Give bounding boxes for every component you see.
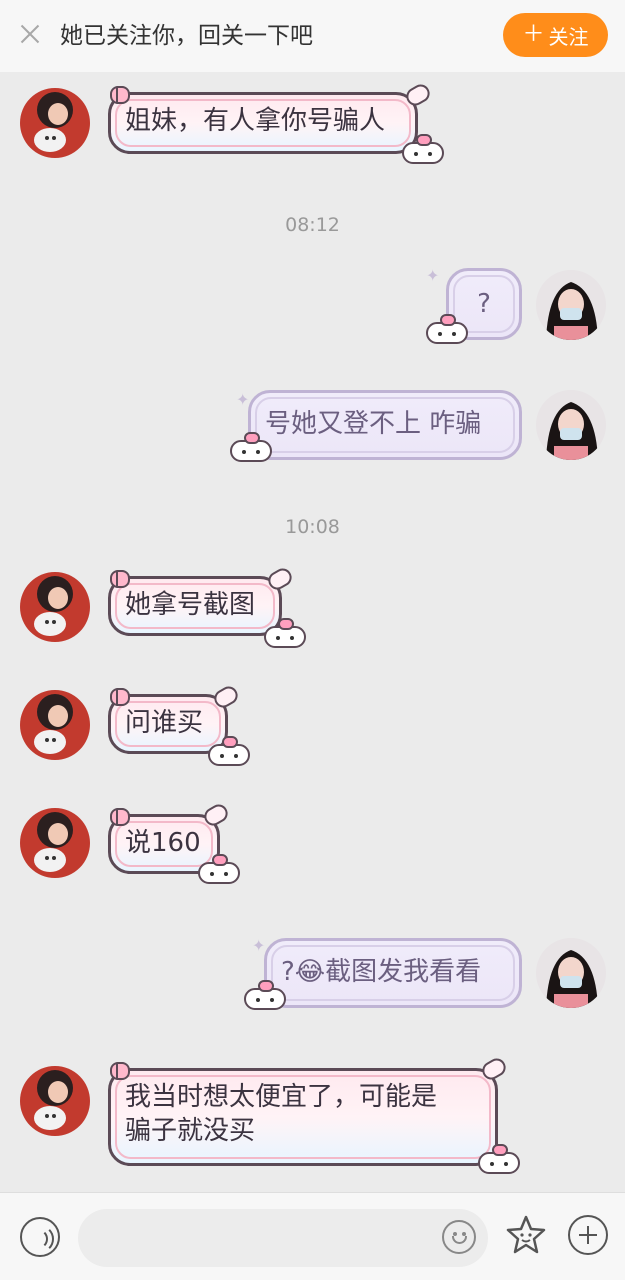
message-text-line: 我当时想太便宜了，可能是 bbox=[125, 1082, 438, 1112]
follow-back-message: 她已关注你，回关一下吧 bbox=[60, 23, 313, 49]
kitty-sticker-icon bbox=[264, 618, 306, 648]
kitty-sticker-icon bbox=[402, 134, 444, 164]
plus-icon: ＋ bbox=[522, 22, 545, 47]
bow-sticker-icon bbox=[110, 570, 130, 588]
kitty-sticker-icon bbox=[426, 314, 468, 344]
timestamp: 08:12 bbox=[285, 214, 340, 236]
message-input[interactable] bbox=[78, 1209, 488, 1267]
message-text: ?😂截图发我看看 bbox=[281, 957, 482, 987]
message-bubble[interactable]: 号她又登不上 咋骗 bbox=[248, 390, 522, 460]
sparkle-icon: ✦ bbox=[426, 266, 440, 285]
message-text: 问谁买 bbox=[125, 708, 204, 738]
bow-sticker-icon bbox=[110, 86, 130, 104]
close-icon[interactable] bbox=[18, 22, 42, 46]
follow-button[interactable]: ＋ 关注 bbox=[503, 13, 608, 57]
message-bubble[interactable]: 我当时想太便宜了，可能是 骗子就没买 bbox=[108, 1068, 498, 1166]
my-avatar[interactable] bbox=[536, 938, 606, 1008]
contact-avatar[interactable] bbox=[20, 88, 90, 158]
message-text: 号她又登不上 咋骗 bbox=[265, 409, 482, 439]
my-avatar[interactable] bbox=[536, 270, 606, 340]
bow-sticker-icon bbox=[110, 1062, 130, 1080]
plus-icon[interactable] bbox=[568, 1215, 608, 1255]
message-bubble[interactable]: ?😂截图发我看看 bbox=[264, 938, 522, 1008]
chat-message-list[interactable]: 姐妹，有人拿你号骗人 08:12 ? ✦ 号她又登不上 咋骗 ✦ 10:08 她… bbox=[0, 72, 625, 1192]
message-bubble[interactable]: 她拿号截图 bbox=[108, 576, 282, 636]
sparkle-icon: ✦ bbox=[236, 390, 250, 409]
kitty-sticker-icon bbox=[244, 980, 286, 1010]
smile-icon[interactable] bbox=[442, 1220, 476, 1254]
sparkle-icon: ✦ bbox=[252, 936, 266, 955]
contact-avatar[interactable] bbox=[20, 808, 90, 878]
message-text: 说160 bbox=[125, 828, 201, 858]
star-sticker-icon[interactable] bbox=[504, 1213, 548, 1257]
message-text: 她拿号截图 bbox=[125, 590, 256, 620]
voice-icon[interactable] bbox=[20, 1217, 60, 1257]
kitty-sticker-icon bbox=[198, 854, 240, 884]
follow-button-label: 关注 bbox=[548, 24, 589, 49]
kitty-sticker-icon bbox=[208, 736, 250, 766]
kitty-sticker-icon bbox=[230, 432, 272, 462]
bow-sticker-icon bbox=[110, 808, 130, 826]
contact-avatar[interactable] bbox=[20, 690, 90, 760]
follow-back-banner: 她已关注你，回关一下吧 ＋ 关注 bbox=[0, 0, 625, 72]
my-avatar[interactable] bbox=[536, 390, 606, 460]
message-input-bar bbox=[0, 1192, 625, 1280]
contact-avatar[interactable] bbox=[20, 1066, 90, 1136]
kitty-sticker-icon bbox=[478, 1144, 520, 1174]
message-text: ? bbox=[477, 289, 491, 319]
timestamp: 10:08 bbox=[285, 516, 340, 538]
bow-sticker-icon bbox=[110, 688, 130, 706]
contact-avatar[interactable] bbox=[20, 572, 90, 642]
message-text: 姐妹，有人拿你号骗人 bbox=[125, 106, 386, 136]
message-bubble[interactable]: 姐妹，有人拿你号骗人 bbox=[108, 92, 418, 154]
message-text-line: 骗子就没买 bbox=[125, 1116, 256, 1146]
